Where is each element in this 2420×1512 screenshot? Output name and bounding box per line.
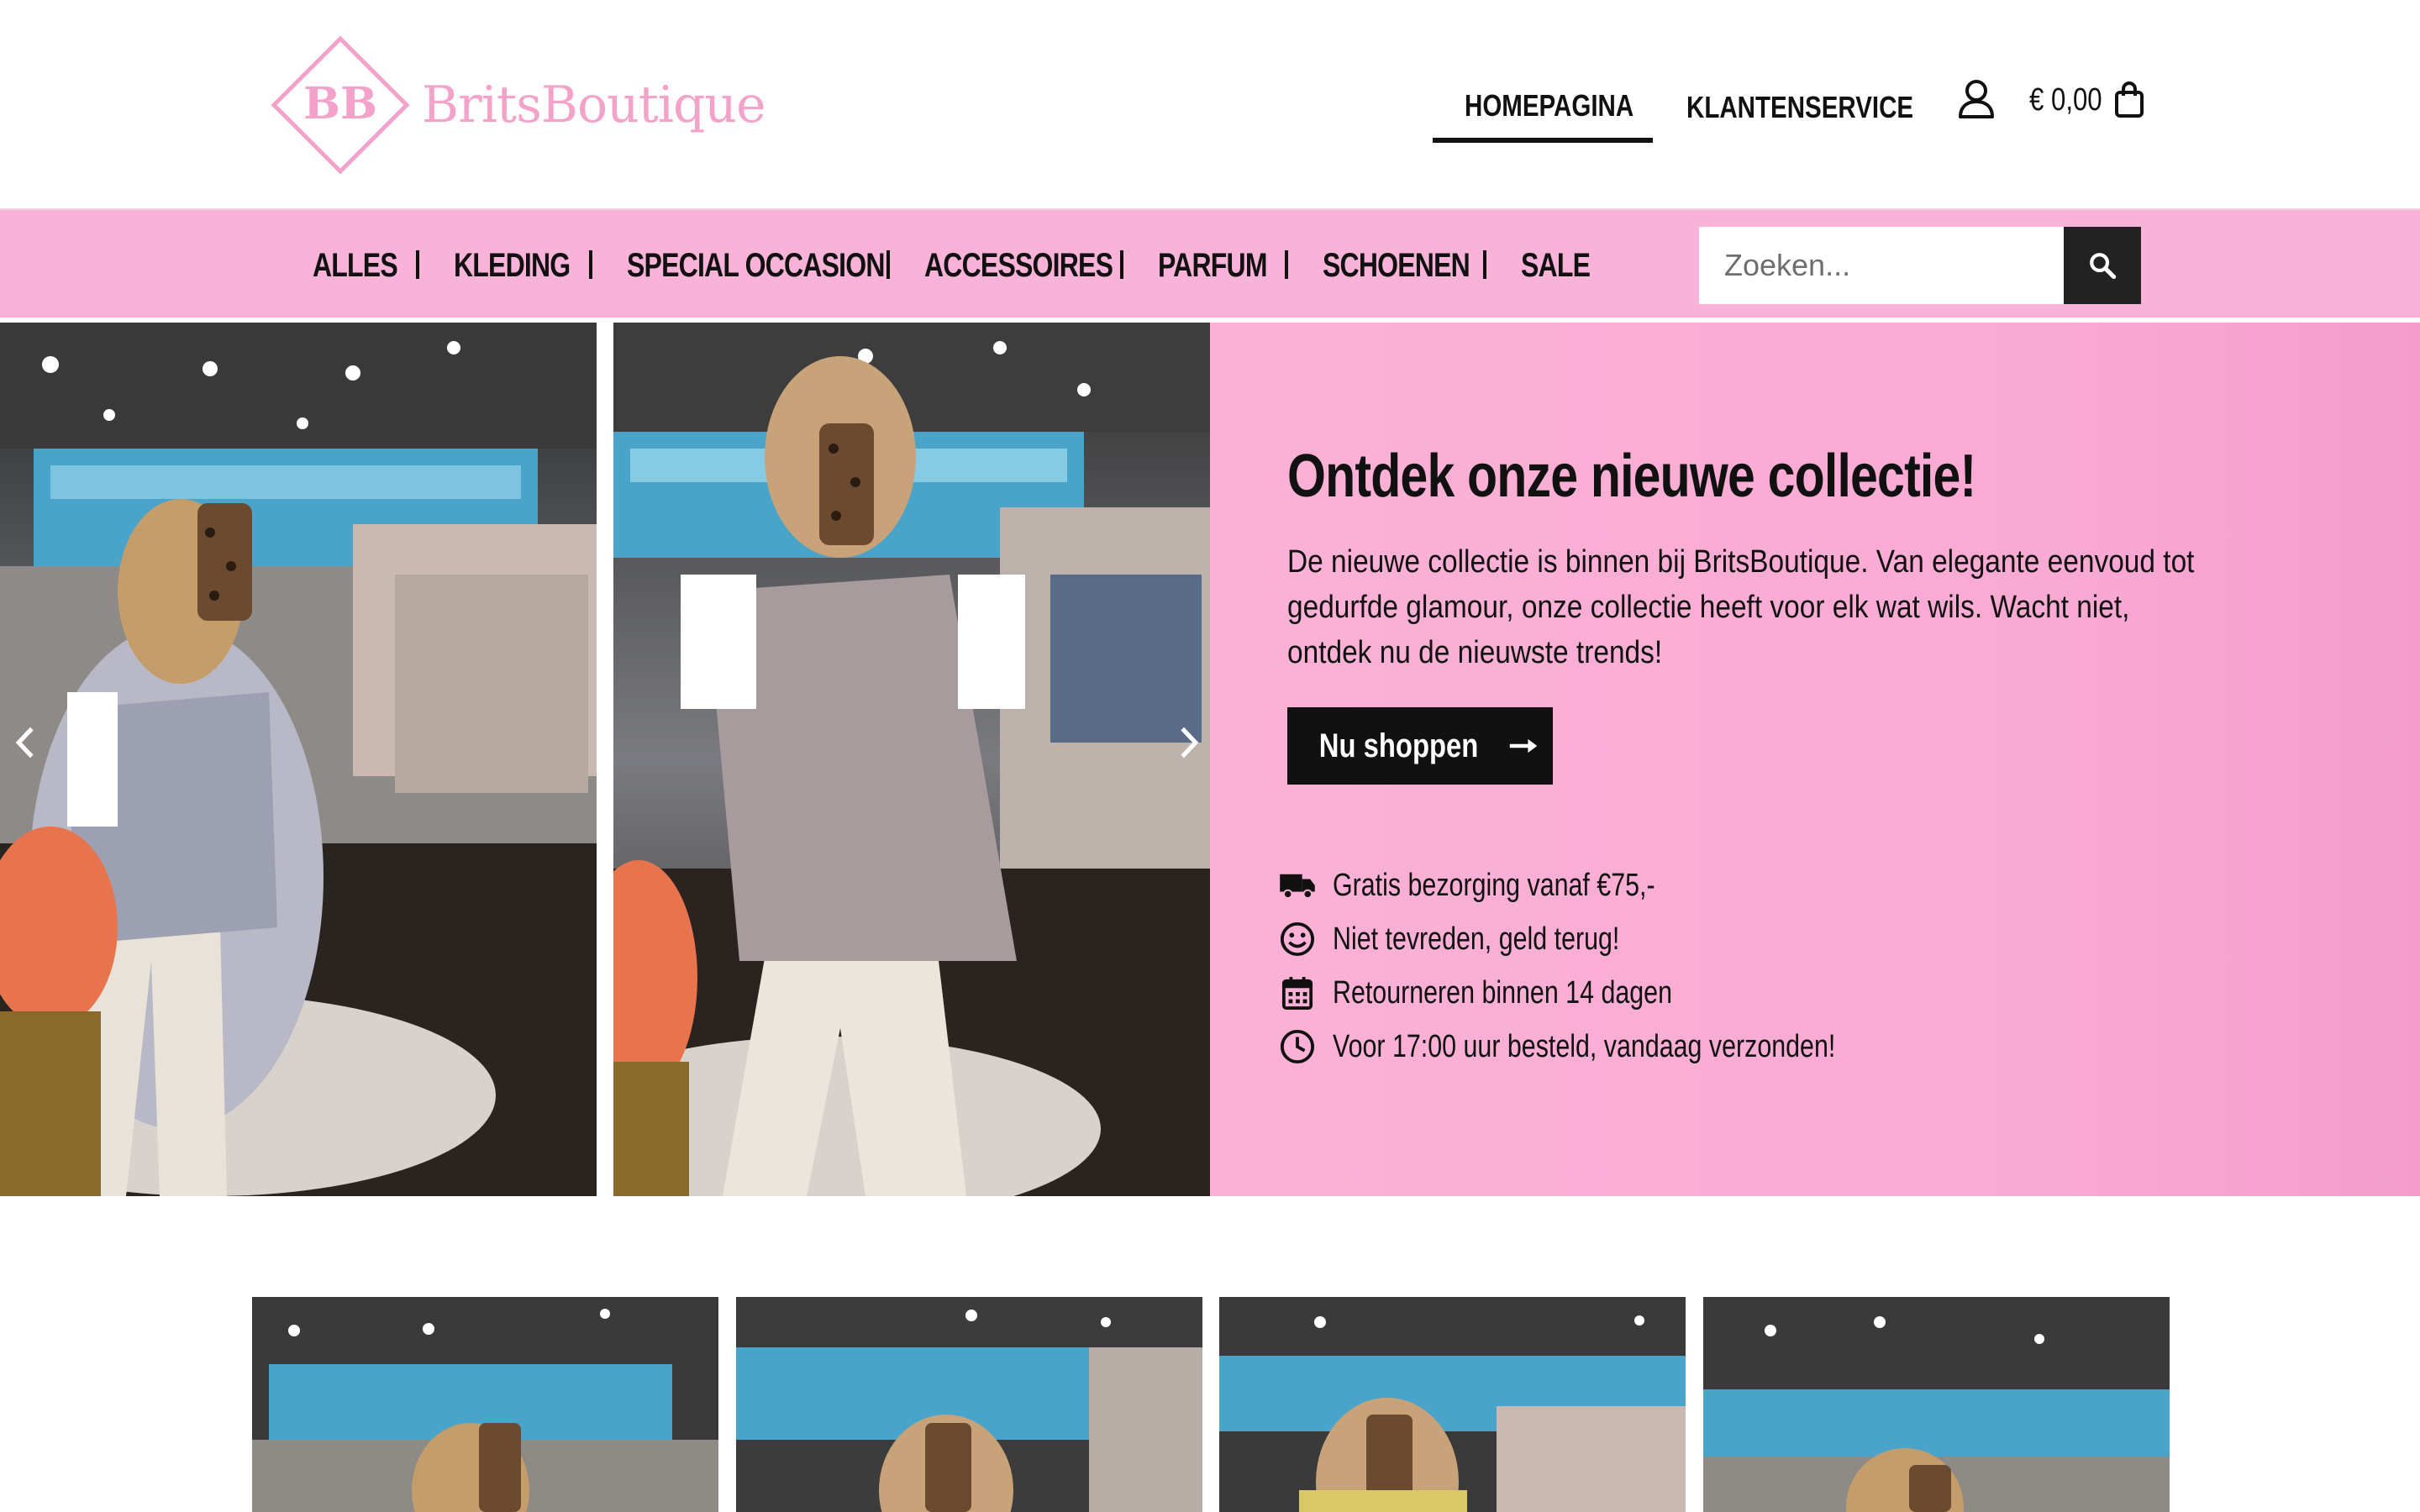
shopping-bag-icon[interactable]	[2114, 81, 2144, 118]
category-schoenen[interactable]: SCHOENEN	[1323, 247, 1470, 285]
calendar-icon	[1277, 973, 1318, 1013]
search-icon	[2090, 253, 2117, 280]
product-card-image[interactable]	[252, 1297, 718, 1512]
hero-section: Ontdek onze nieuwe collectie! De nieuwe …	[0, 323, 2420, 1196]
category-separator	[589, 250, 592, 279]
product-card-image[interactable]	[1219, 1297, 1686, 1512]
hero-description: De nieuwe collectie is binnen bij BritsB…	[1287, 544, 2195, 670]
usp-item: Voor 17:00 uur besteld, vandaag verzonde…	[1277, 1021, 2033, 1072]
arrow-right-icon	[1509, 738, 1537, 753]
search-input[interactable]	[1699, 227, 2065, 304]
product-card-image[interactable]	[1703, 1297, 2170, 1512]
category-accessoires[interactable]: ACCESSOIRES	[924, 247, 1113, 285]
nav-homepagina[interactable]: HOMEPAGINA	[1433, 80, 1653, 143]
slider-prev-button[interactable]	[0, 709, 50, 776]
category-parfum[interactable]: PARFUM	[1158, 247, 1268, 285]
category-separator	[1120, 250, 1123, 279]
nav-home-label: HOMEPAGINA	[1465, 88, 1634, 123]
usp-text: Voor 17:00 uur besteld, vandaag verzonde…	[1333, 1028, 1836, 1064]
usp-text: Gratis bezorging vanaf €75,-	[1333, 867, 1655, 903]
hero-title: Ontdek onze nieuwe collectie!	[1287, 443, 1976, 510]
category-separator	[886, 250, 890, 279]
search-button[interactable]	[2064, 227, 2141, 304]
hero-promo-panel: Ontdek onze nieuwe collectie! De nieuwe …	[1210, 323, 2420, 1196]
usp-text: Retourneren binnen 14 dagen	[1333, 974, 1672, 1011]
truck-icon	[1277, 865, 1318, 906]
hero-slide-image	[0, 323, 597, 1196]
usp-item: Niet tevreden, geld terug!	[1277, 914, 2033, 964]
site-header: BB BritsBoutique HOMEPAGINA KLANTENSERVI…	[0, 0, 2420, 208]
smile-icon	[1277, 919, 1318, 959]
logo-monogram: BB	[303, 78, 377, 129]
usp-item: Retourneren binnen 14 dagen	[1277, 968, 2033, 1018]
brand-name: BritsBoutique	[422, 76, 766, 134]
chevron-right-icon	[1181, 727, 1199, 759]
product-grid	[252, 1297, 2170, 1512]
chevron-left-icon	[15, 727, 34, 759]
category-special-occasion[interactable]: SPECIAL OCCASION	[627, 247, 885, 285]
hero-slide-image	[613, 323, 1210, 1196]
shop-now-button[interactable]: Nu shoppen	[1287, 707, 1553, 785]
logo-diamond-icon: BB	[269, 34, 412, 176]
nav-klantenservice[interactable]: KLANTENSERVICE	[1686, 90, 1913, 125]
category-separator	[416, 250, 419, 279]
user-icon[interactable]	[1958, 79, 1995, 119]
category-sale[interactable]: SALE	[1521, 247, 1591, 285]
slider-next-button[interactable]	[1164, 709, 1214, 776]
shop-now-label: Nu shoppen	[1319, 727, 1479, 764]
category-kleding[interactable]: KLEDING	[454, 247, 571, 285]
category-alles[interactable]: ALLES	[313, 247, 398, 285]
brand-logo[interactable]: BB BritsBoutique	[269, 34, 773, 176]
usp-item: Gratis bezorging vanaf €75,-	[1277, 860, 2033, 911]
clock-icon	[1277, 1026, 1318, 1067]
product-card-image[interactable]	[736, 1297, 1202, 1512]
category-separator	[1483, 250, 1486, 279]
cart-total[interactable]: € 0,00	[2029, 82, 2102, 118]
usp-text: Niet tevreden, geld terug!	[1333, 921, 1620, 957]
category-bar: ALLES KLEDING SPECIAL OCCASION ACCESSOIR…	[0, 208, 2420, 319]
category-separator	[1285, 250, 1288, 279]
